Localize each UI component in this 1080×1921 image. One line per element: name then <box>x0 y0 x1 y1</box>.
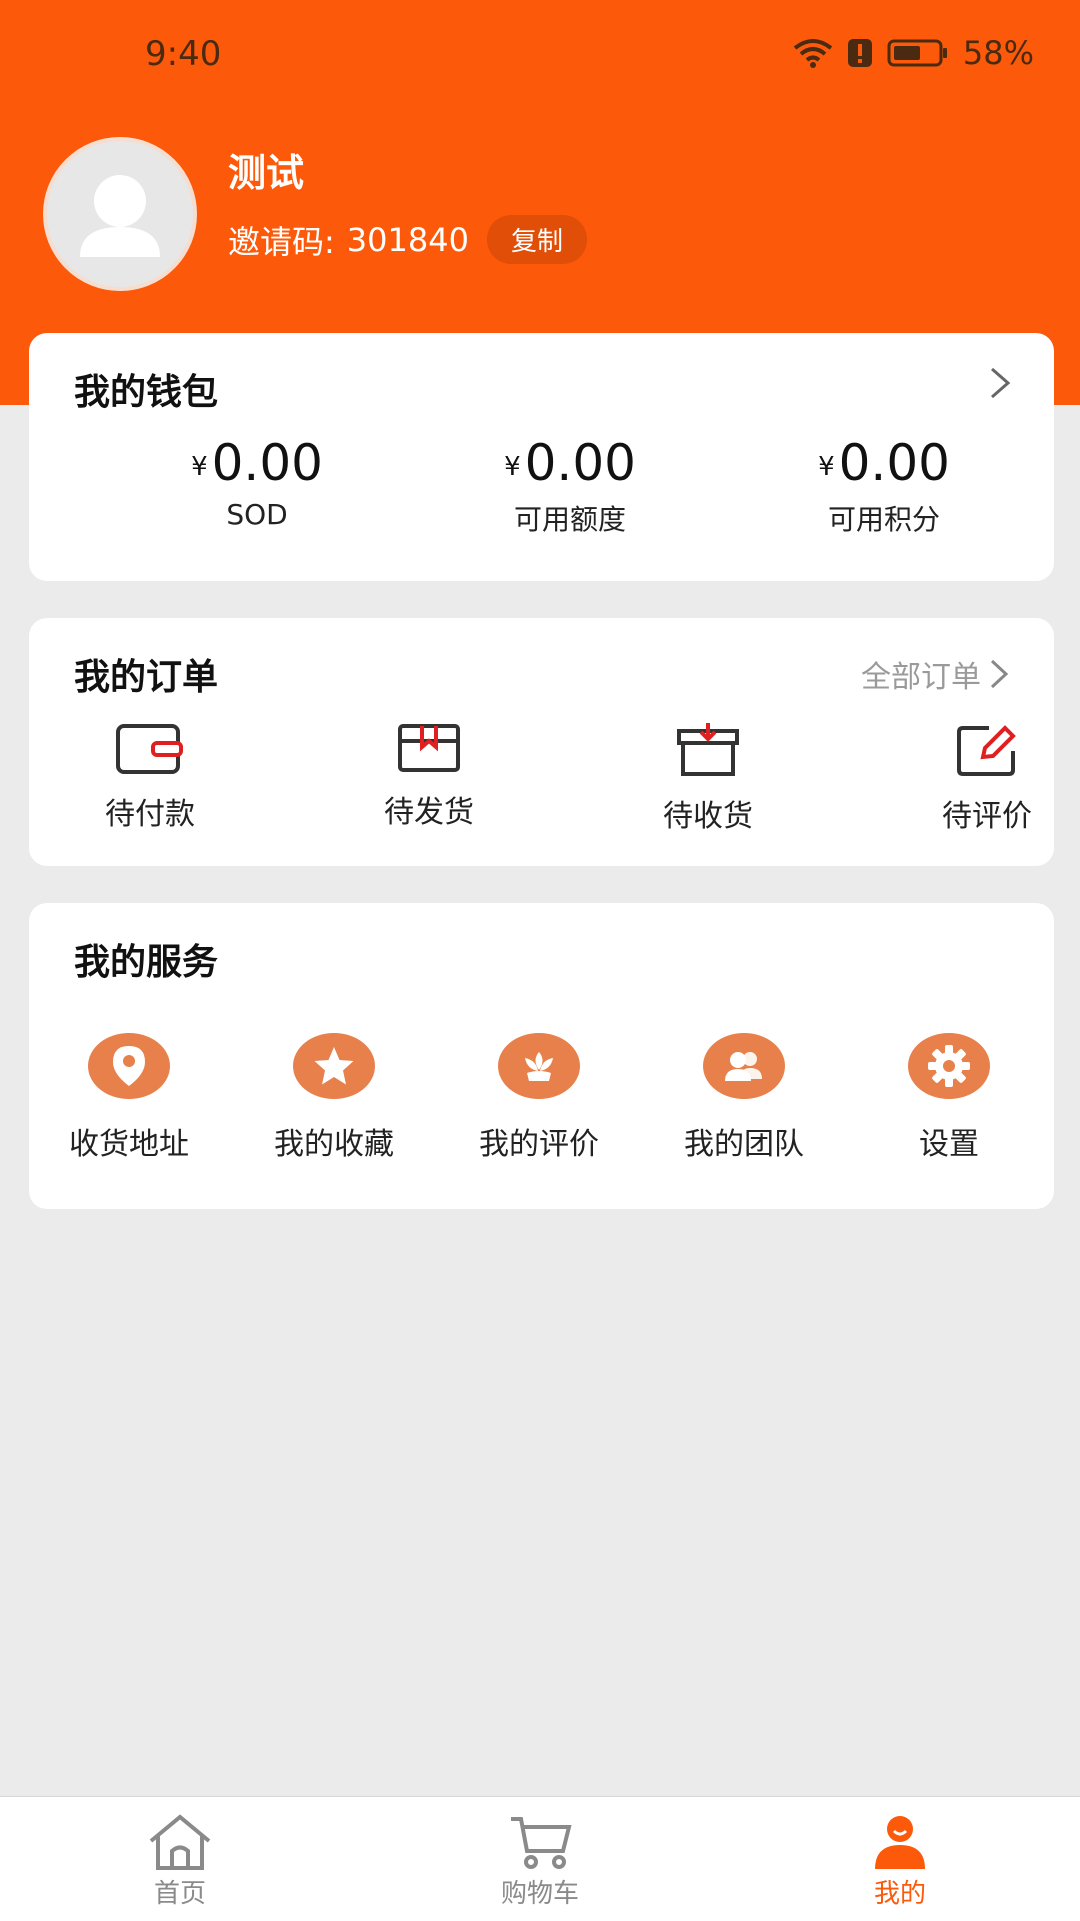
service-icon-bg <box>703 1033 785 1099</box>
nav-home[interactable]: 首页 <box>80 1813 280 1910</box>
service-address[interactable]: 收货地址 <box>34 1033 224 1163</box>
service-label: 我的收藏 <box>274 1127 394 1162</box>
chevron-right-icon[interactable] <box>988 365 1012 401</box>
star-icon <box>314 1047 354 1085</box>
currency-symbol: ¥ <box>504 451 521 482</box>
receive-box-icon <box>677 723 739 776</box>
bottom-nav: 首页 购物车 我的 <box>0 1796 1080 1921</box>
wallet-icon <box>116 724 183 774</box>
default-avatar-icon <box>80 175 160 257</box>
wallet-label: 可用额度 <box>513 503 626 536</box>
nav-cart[interactable]: 购物车 <box>440 1813 640 1910</box>
wallet-sod[interactable]: ¥0.00 SOD <box>107 438 407 531</box>
services-title: 我的服务 <box>74 942 219 983</box>
nav-mine[interactable]: 我的 <box>800 1813 1000 1910</box>
wallet-amount-value: 0.00 <box>838 434 950 492</box>
service-label: 我的评价 <box>479 1127 599 1162</box>
wallet-title: 我的钱包 <box>74 372 219 413</box>
wallet-label: 可用积分 <box>827 503 940 536</box>
location-pin-icon <box>113 1046 145 1086</box>
service-icon-bg <box>293 1033 375 1099</box>
team-icon <box>725 1052 762 1081</box>
service-icon-bg <box>88 1033 170 1099</box>
flower-icon <box>525 1052 553 1081</box>
order-pending-payment[interactable]: 待付款 <box>60 723 240 833</box>
order-label: 待付款 <box>105 797 195 832</box>
services-card: 我的服务 收货地址 我的收藏 我的评价 我的团队 设置 <box>29 903 1054 1209</box>
service-team[interactable]: 我的团队 <box>649 1033 839 1163</box>
user-icon <box>875 1816 925 1869</box>
order-pending-shipment[interactable]: 待发货 <box>339 723 519 831</box>
service-icon-bg <box>908 1033 990 1099</box>
invite-code-row: 邀请码: 301840 复制 <box>228 215 587 264</box>
battery-icon <box>887 39 947 67</box>
alert-icon <box>847 39 872 67</box>
all-orders-label: 全部订单 <box>861 660 981 695</box>
invite-code: 301840 <box>346 220 469 259</box>
chevron-right-icon <box>990 659 1009 689</box>
battery-percent: 58% <box>962 34 1034 72</box>
copy-button[interactable]: 复制 <box>486 215 587 264</box>
wallet-points[interactable]: ¥0.00 可用积分 <box>734 438 1034 538</box>
orders-card: 我的订单 全部订单 待付款 待发货 待收货 待评价 <box>29 618 1054 866</box>
wallet-card[interactable]: 我的钱包 ¥0.00 SOD ¥0.00 可用额度 ¥0.00 可用积分 <box>29 333 1054 581</box>
wallet-amount-value: 0.00 <box>524 434 636 492</box>
order-label: 待收货 <box>663 799 753 834</box>
edit-review-icon <box>957 725 1016 776</box>
home-icon <box>149 1814 211 1870</box>
username: 测试 <box>228 151 305 195</box>
cart-icon <box>511 1817 572 1869</box>
service-label: 我的团队 <box>684 1127 804 1162</box>
service-settings[interactable]: 设置 <box>854 1033 1044 1163</box>
status-time: 9:40 <box>145 34 222 74</box>
nav-label: 首页 <box>153 1879 206 1909</box>
gear-icon <box>928 1045 970 1087</box>
orders-title: 我的订单 <box>74 657 219 698</box>
wifi-icon <box>793 39 833 68</box>
all-orders-link[interactable]: 全部订单 <box>861 652 1009 696</box>
order-pending-review[interactable]: 待评价 <box>897 723 1077 835</box>
order-label: 待发货 <box>384 795 474 830</box>
order-pending-receipt[interactable]: 待收货 <box>618 723 798 835</box>
nav-label: 我的 <box>873 1879 926 1909</box>
currency-symbol: ¥ <box>191 451 208 482</box>
wallet-amount: ¥0.00 <box>107 438 407 488</box>
service-label: 收货地址 <box>69 1127 189 1162</box>
package-icon <box>398 724 460 772</box>
service-label: 设置 <box>919 1127 979 1162</box>
service-reviews[interactable]: 我的评价 <box>444 1033 634 1163</box>
wallet-amount-value: 0.00 <box>211 434 323 492</box>
wallet-amount: ¥0.00 <box>734 438 1034 488</box>
order-label: 待评价 <box>942 799 1032 834</box>
currency-symbol: ¥ <box>818 451 835 482</box>
nav-label: 购物车 <box>500 1879 579 1909</box>
avatar[interactable] <box>43 137 197 291</box>
wallet-label: SOD <box>226 498 288 531</box>
wallet-credit[interactable]: ¥0.00 可用额度 <box>420 438 720 538</box>
service-favorites[interactable]: 我的收藏 <box>239 1033 429 1163</box>
service-icon-bg <box>498 1033 580 1099</box>
status-icons: 58% <box>793 34 1034 72</box>
wallet-amount: ¥0.00 <box>420 438 720 488</box>
invite-label: 邀请码: <box>228 222 335 261</box>
